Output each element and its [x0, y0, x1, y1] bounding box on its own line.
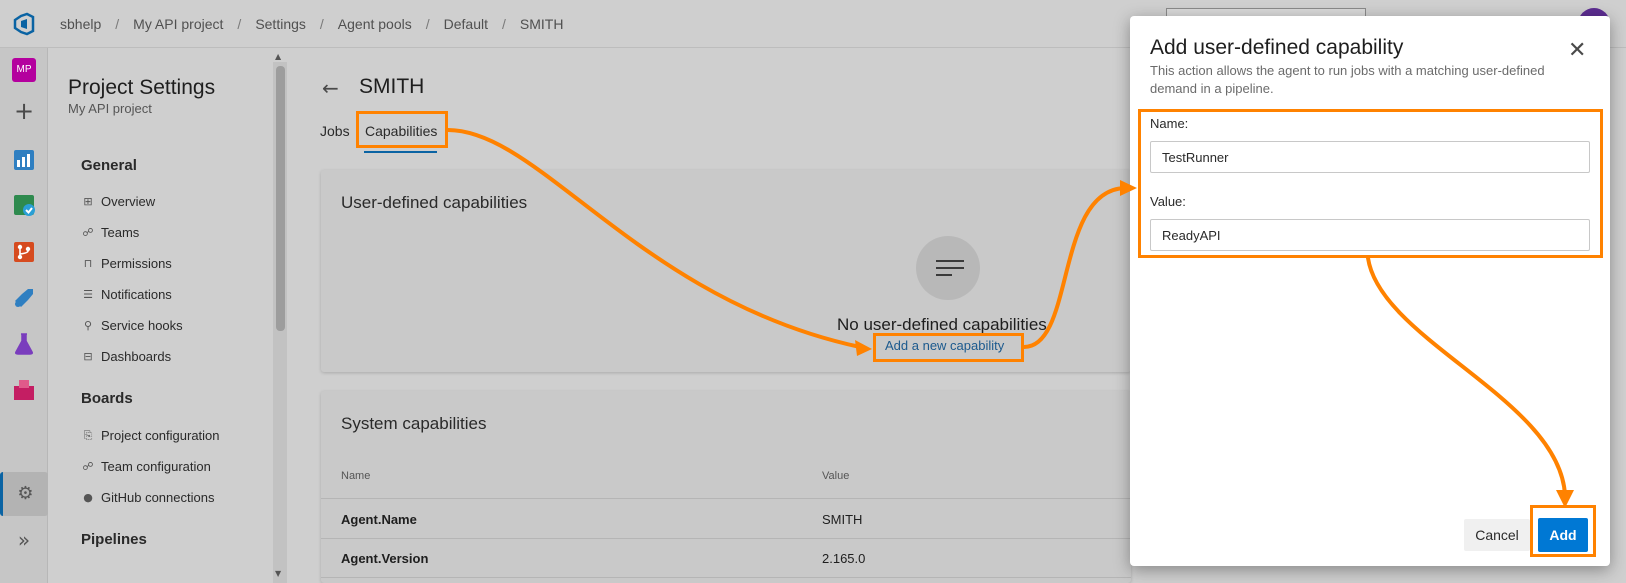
dashboards-icon: ⊟: [83, 350, 93, 363]
lock-icon: ⊓: [83, 257, 93, 270]
nav-item-dashboards[interactable]: ⊟ Dashboards: [81, 349, 171, 364]
add-button-highlight: [1530, 505, 1596, 557]
breadcrumb-separator: /: [237, 16, 242, 32]
dialog-description: This action allows the agent to run jobs…: [1150, 63, 1545, 96]
page-title: SMITH: [359, 75, 425, 98]
expand-rail-chevrons-icon[interactable]: »: [12, 528, 36, 552]
overview-icon: ⊞: [83, 195, 93, 208]
nav-item-overview[interactable]: ⊞ Overview: [81, 194, 155, 209]
nav-item-team-configuration[interactable]: ☍ Team configuration: [81, 459, 211, 474]
breadcrumb-project[interactable]: My API project: [133, 16, 223, 32]
breadcrumb-separator: /: [319, 16, 324, 32]
capability-value-cell: SMITH: [822, 512, 863, 527]
breadcrumb-separator: /: [425, 16, 430, 32]
breadcrumb-separator: /: [502, 16, 506, 32]
new-project-plus-icon[interactable]: +: [12, 99, 36, 124]
scroll-down-arrow-icon[interactable]: ▼: [275, 569, 281, 578]
breadcrumb-pool[interactable]: Default: [444, 16, 488, 32]
nav-item-label: Service hooks: [101, 318, 183, 333]
capability-value-cell: 2.165.0: [822, 551, 866, 566]
notifications-icon: ☰: [83, 288, 93, 301]
project-settings-gear-icon[interactable]: ⚙: [0, 472, 48, 516]
add-capability-dialog: Add user-defined capability This action …: [1130, 16, 1610, 566]
nav-scrollbar-thumb[interactable]: [276, 66, 285, 331]
nav-item-label: Dashboards: [101, 349, 172, 364]
system-capabilities-card: System capabilities: [321, 391, 1131, 583]
nav-item-label: Teams: [101, 225, 140, 240]
tab-jobs[interactable]: Jobs: [320, 123, 350, 139]
nav-item-label: Notifications: [101, 287, 172, 302]
left-rail: MP + ⚙ »: [0, 48, 48, 583]
empty-state-text: No user-defined capabilities: [837, 315, 1047, 334]
back-arrow-icon[interactable]: ←: [322, 76, 339, 100]
team-configuration-icon: ☍: [82, 460, 94, 473]
pipelines-icon[interactable]: [12, 286, 36, 310]
project-avatar-icon[interactable]: MP: [12, 58, 36, 82]
nav-item-project-configuration[interactable]: ⎘ Project configuration: [81, 428, 220, 443]
nav-item-label: Overview: [101, 194, 156, 209]
table-row-divider: [321, 538, 1131, 539]
artifacts-icon[interactable]: [12, 378, 36, 402]
nav-section-pipelines: Pipelines: [81, 531, 147, 548]
breadcrumb-settings[interactable]: Settings: [255, 16, 306, 32]
service-hooks-icon: ⚲: [83, 319, 93, 332]
nav-item-notifications[interactable]: ☰ Notifications: [81, 287, 172, 302]
overview-icon[interactable]: [12, 148, 36, 172]
capabilities-tab-highlight: [356, 111, 448, 148]
nav-item-github-connections[interactable]: ● GitHub connections: [81, 490, 214, 505]
repos-icon[interactable]: [12, 240, 36, 264]
fields-highlight: [1138, 109, 1603, 258]
breadcrumb-org[interactable]: sbhelp: [60, 16, 101, 32]
system-capabilities-title: System capabilities: [341, 414, 487, 433]
capability-name-cell: Agent.Version: [341, 551, 429, 566]
settings-nav-title: Project Settings: [68, 76, 216, 99]
column-header-name[interactable]: Name: [341, 470, 370, 482]
boards-icon[interactable]: [12, 193, 36, 217]
table-row-divider: [321, 577, 1131, 578]
close-icon[interactable]: ✕: [1568, 38, 1586, 63]
project-configuration-icon: ⎘: [83, 428, 93, 442]
breadcrumb: sbhelp / My API project / Settings / Age…: [60, 16, 563, 32]
cancel-button[interactable]: Cancel: [1464, 519, 1530, 551]
active-tab-indicator: [364, 151, 437, 153]
nav-item-teams[interactable]: ☍ Teams: [81, 225, 139, 240]
teams-icon: ☍: [82, 226, 94, 239]
nav-item-label: Team configuration: [101, 459, 211, 474]
settings-nav-subtitle: My API project: [68, 101, 152, 116]
table-row-divider: [321, 498, 1131, 499]
column-header-value[interactable]: Value: [822, 470, 849, 482]
scroll-up-arrow-icon[interactable]: ▲: [275, 52, 281, 61]
add-capability-link-highlight: [873, 333, 1024, 362]
nav-item-service-hooks[interactable]: ⚲ Service hooks: [81, 318, 183, 333]
dialog-title: Add user-defined capability: [1150, 36, 1404, 59]
azure-devops-logo-icon[interactable]: [12, 12, 36, 36]
capability-name-cell: Agent.Name: [341, 512, 417, 527]
breadcrumb-separator: /: [115, 16, 120, 32]
nav-item-label: Permissions: [101, 256, 172, 271]
empty-list-lines-icon: [936, 260, 964, 281]
breadcrumb-agent[interactable]: SMITH: [520, 16, 564, 32]
test-plans-icon[interactable]: [12, 332, 36, 356]
nav-item-label: GitHub connections: [101, 490, 215, 505]
breadcrumb-agent-pools[interactable]: Agent pools: [338, 16, 412, 32]
nav-section-general: General: [81, 157, 137, 174]
github-icon: ●: [83, 491, 93, 504]
project-settings-nav: Project Settings My API project General …: [48, 48, 288, 583]
nav-item-label: Project configuration: [101, 428, 220, 443]
user-capabilities-title: User-defined capabilities: [341, 193, 528, 212]
nav-item-permissions[interactable]: ⊓ Permissions: [81, 256, 172, 271]
nav-section-boards: Boards: [81, 390, 133, 407]
